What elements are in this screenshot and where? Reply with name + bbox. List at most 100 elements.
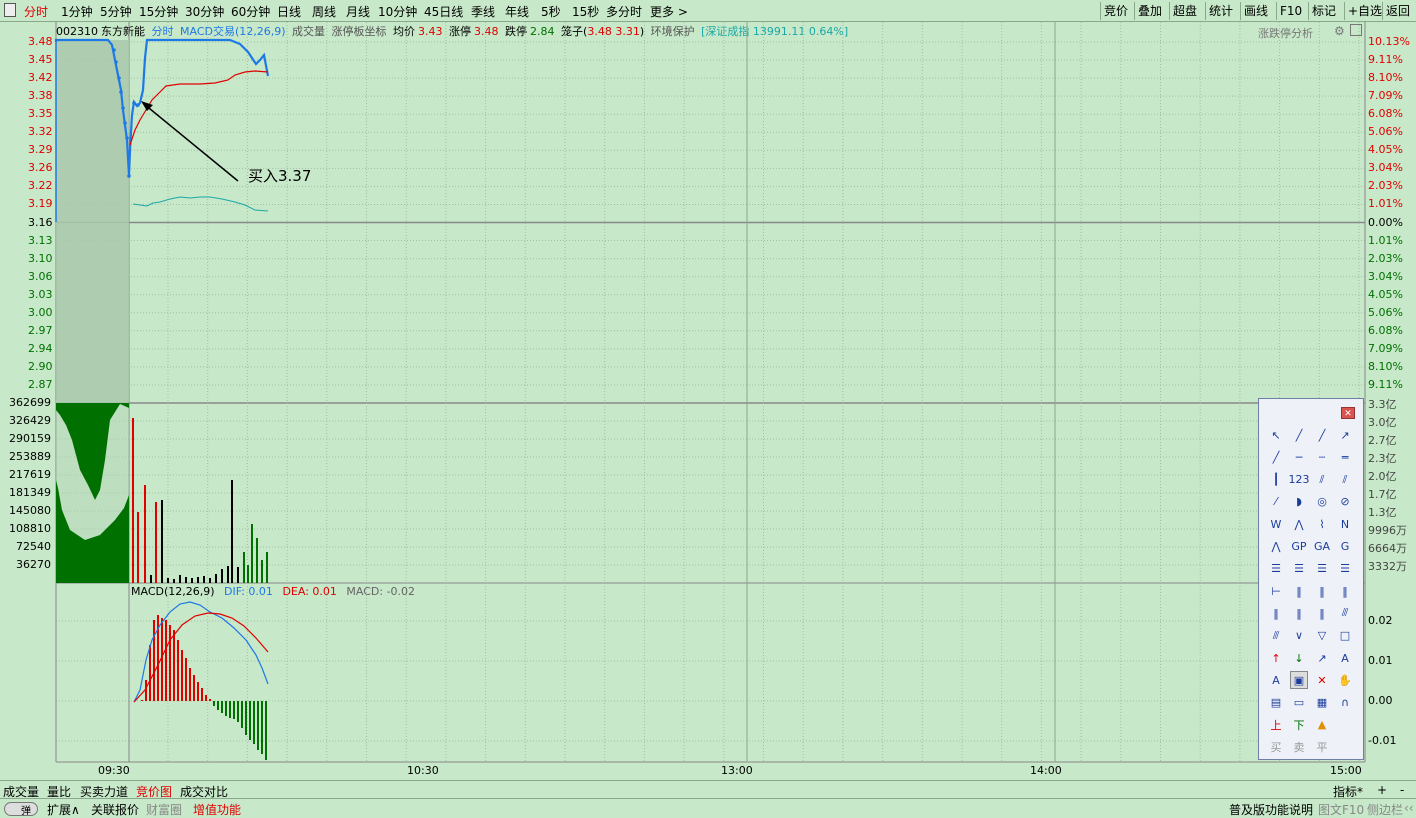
line-icon[interactable]: ╱ — [1290, 426, 1308, 444]
status-right-1[interactable]: 图文F10 — [1318, 801, 1364, 818]
vol-tick-9: 36270 — [16, 558, 51, 571]
price-point — [132, 101, 136, 105]
amount-tick-1: 3.0亿 — [1368, 416, 1397, 429]
wave-w-icon[interactable]: W — [1267, 515, 1285, 533]
status-item-2[interactable]: 财富圈 — [146, 801, 182, 818]
box-icon[interactable]: ▭ — [1290, 694, 1308, 712]
vol-tick-3: 253889 — [9, 450, 51, 463]
bottom-right-2[interactable]: - — [1400, 783, 1404, 797]
price-tick-16: 2.97 — [28, 323, 53, 337]
pct-tick-8: 2.03% — [1368, 179, 1403, 193]
up-text-icon[interactable]: 上 — [1267, 716, 1285, 734]
fib3-icon[interactable]: ☰ — [1313, 560, 1331, 578]
fib-icon[interactable]: ☰ — [1267, 560, 1285, 578]
parallel2-icon[interactable]: ⫽ — [1336, 471, 1354, 489]
status-right-2[interactable]: 侧边栏 — [1367, 801, 1403, 818]
macd-tick-1: 0.01 — [1368, 654, 1393, 667]
pct-tick-16: 6.08% — [1368, 323, 1403, 337]
bottom-right-1[interactable]: + — [1377, 783, 1387, 797]
price-point — [117, 76, 121, 80]
status-right-3[interactable]: ‹‹ — [1404, 801, 1414, 815]
up-arrow-icon[interactable]: ↑ — [1267, 649, 1285, 667]
price-point — [112, 48, 116, 52]
bars3-icon[interactable]: ‖ — [1313, 604, 1331, 622]
square-icon[interactable]: ▣ — [1290, 671, 1308, 690]
arc-icon[interactable]: ◗ — [1290, 493, 1308, 511]
vol-tick-7: 108810 — [9, 522, 51, 535]
hline-icon[interactable]: ─ — [1290, 448, 1308, 466]
lines-icon[interactable]: ‖ — [1290, 582, 1308, 600]
hline3-icon[interactable]: ═ — [1336, 448, 1354, 466]
pct-tick-4: 6.08% — [1368, 107, 1403, 121]
flat-icon[interactable]: 平 — [1313, 738, 1331, 756]
rect-icon[interactable]: □ — [1336, 627, 1354, 645]
price-tick-4: 3.35 — [28, 107, 53, 121]
fib2-icon[interactable]: ☰ — [1290, 560, 1308, 578]
triangle-icon[interactable]: ▽ — [1313, 627, 1331, 645]
text-a2-icon[interactable]: A — [1267, 671, 1285, 689]
g-icon[interactable]: G — [1336, 538, 1354, 556]
down-arrow-icon[interactable]: ↓ — [1290, 649, 1308, 667]
text123-icon[interactable]: 123 — [1289, 471, 1310, 489]
sell-icon[interactable]: 卖 — [1290, 738, 1308, 756]
status-item-1[interactable]: 关联报价 — [91, 801, 139, 818]
zigzag-icon[interactable]: ⋀ — [1267, 538, 1285, 556]
lines2-icon[interactable]: ‖ — [1313, 582, 1331, 600]
price-tick-2: 3.42 — [28, 71, 53, 85]
fan-icon[interactable]: ⫻ — [1336, 604, 1354, 622]
curve-icon[interactable]: ∩ — [1336, 694, 1354, 712]
wave-n-icon[interactable]: N — [1336, 515, 1354, 533]
arrow-line-icon[interactable]: ↗ — [1336, 426, 1354, 444]
buy-annotation: 买入3.37 — [248, 167, 312, 185]
status-item-3[interactable]: 增值功能 — [193, 801, 241, 818]
pct-tick-18: 8.10% — [1368, 359, 1403, 373]
triangle-color-icon[interactable]: ▲ — [1313, 716, 1331, 734]
price-tick-7: 3.26 — [28, 161, 53, 175]
hand-icon[interactable]: ✋ — [1336, 671, 1354, 689]
price-point — [125, 136, 129, 140]
bars2-icon[interactable]: ‖ — [1290, 604, 1308, 622]
macd-tick-3: -0.01 — [1368, 734, 1397, 747]
period-icon[interactable]: ⊢ — [1267, 582, 1285, 600]
vol-tick-8: 72540 — [16, 540, 51, 553]
vol-tick-6: 145080 — [9, 504, 51, 517]
pct-tick-1: 9.11% — [1368, 53, 1403, 67]
delete-icon[interactable]: ✕ — [1313, 671, 1331, 689]
status-item-0[interactable]: 扩展∧ — [47, 801, 80, 818]
toolbox-close-icon[interactable]: ✕ — [1341, 407, 1355, 419]
chart-icon[interactable]: ▦ — [1313, 694, 1331, 712]
chart-area[interactable] — [0, 0, 1416, 818]
price-tick-17: 2.94 — [28, 341, 53, 355]
circle-icon[interactable]: ◎ — [1313, 493, 1331, 511]
hline2-icon[interactable]: ┄ — [1313, 448, 1331, 466]
ray-icon[interactable]: ╱ — [1313, 426, 1331, 444]
fan2-icon[interactable]: ⫻ — [1267, 627, 1285, 645]
parallel-icon[interactable]: ⫽ — [1313, 471, 1331, 489]
slash-icon[interactable]: ⁄ — [1267, 493, 1285, 511]
text-a-icon[interactable]: A — [1336, 649, 1354, 667]
toggle-switch[interactable]: 弹 — [4, 802, 38, 817]
circle-cross-icon[interactable]: ⊘ — [1336, 493, 1354, 511]
segment-icon[interactable]: ╱ — [1267, 448, 1285, 466]
price-tick-9: 3.19 — [28, 197, 53, 211]
down-text-icon[interactable]: 下 — [1290, 716, 1308, 734]
slant-arrow-icon[interactable]: ↗ — [1313, 649, 1331, 667]
fib4-icon[interactable]: ☰ — [1336, 560, 1354, 578]
down-v-icon[interactable]: ∨ — [1290, 627, 1308, 645]
pct-tick-12: 2.03% — [1368, 251, 1403, 265]
wave-up-icon[interactable]: ⌇ — [1313, 515, 1331, 533]
pct-tick-9: 1.01% — [1368, 197, 1403, 211]
price-tick-5: 3.32 — [28, 125, 53, 139]
status-right-0[interactable]: 普及版功能说明 — [1229, 801, 1313, 818]
note-icon[interactable]: ▤ — [1267, 694, 1285, 712]
gp-icon[interactable]: GP — [1290, 538, 1308, 556]
cursor-icon[interactable]: ↖ — [1267, 426, 1285, 444]
bars-icon[interactable]: ‖ — [1267, 604, 1285, 622]
dif-label: DIF: 0.01 — [224, 585, 273, 598]
wave-m-icon[interactable]: ⋀ — [1290, 515, 1308, 533]
vline-icon[interactable]: ┃ — [1267, 471, 1285, 489]
ga-icon[interactable]: GA — [1313, 538, 1331, 556]
buy-icon[interactable]: 买 — [1267, 738, 1285, 756]
macd-title: MACD(12,26,9) — [131, 585, 215, 598]
lines3-icon[interactable]: ‖ — [1336, 582, 1354, 600]
